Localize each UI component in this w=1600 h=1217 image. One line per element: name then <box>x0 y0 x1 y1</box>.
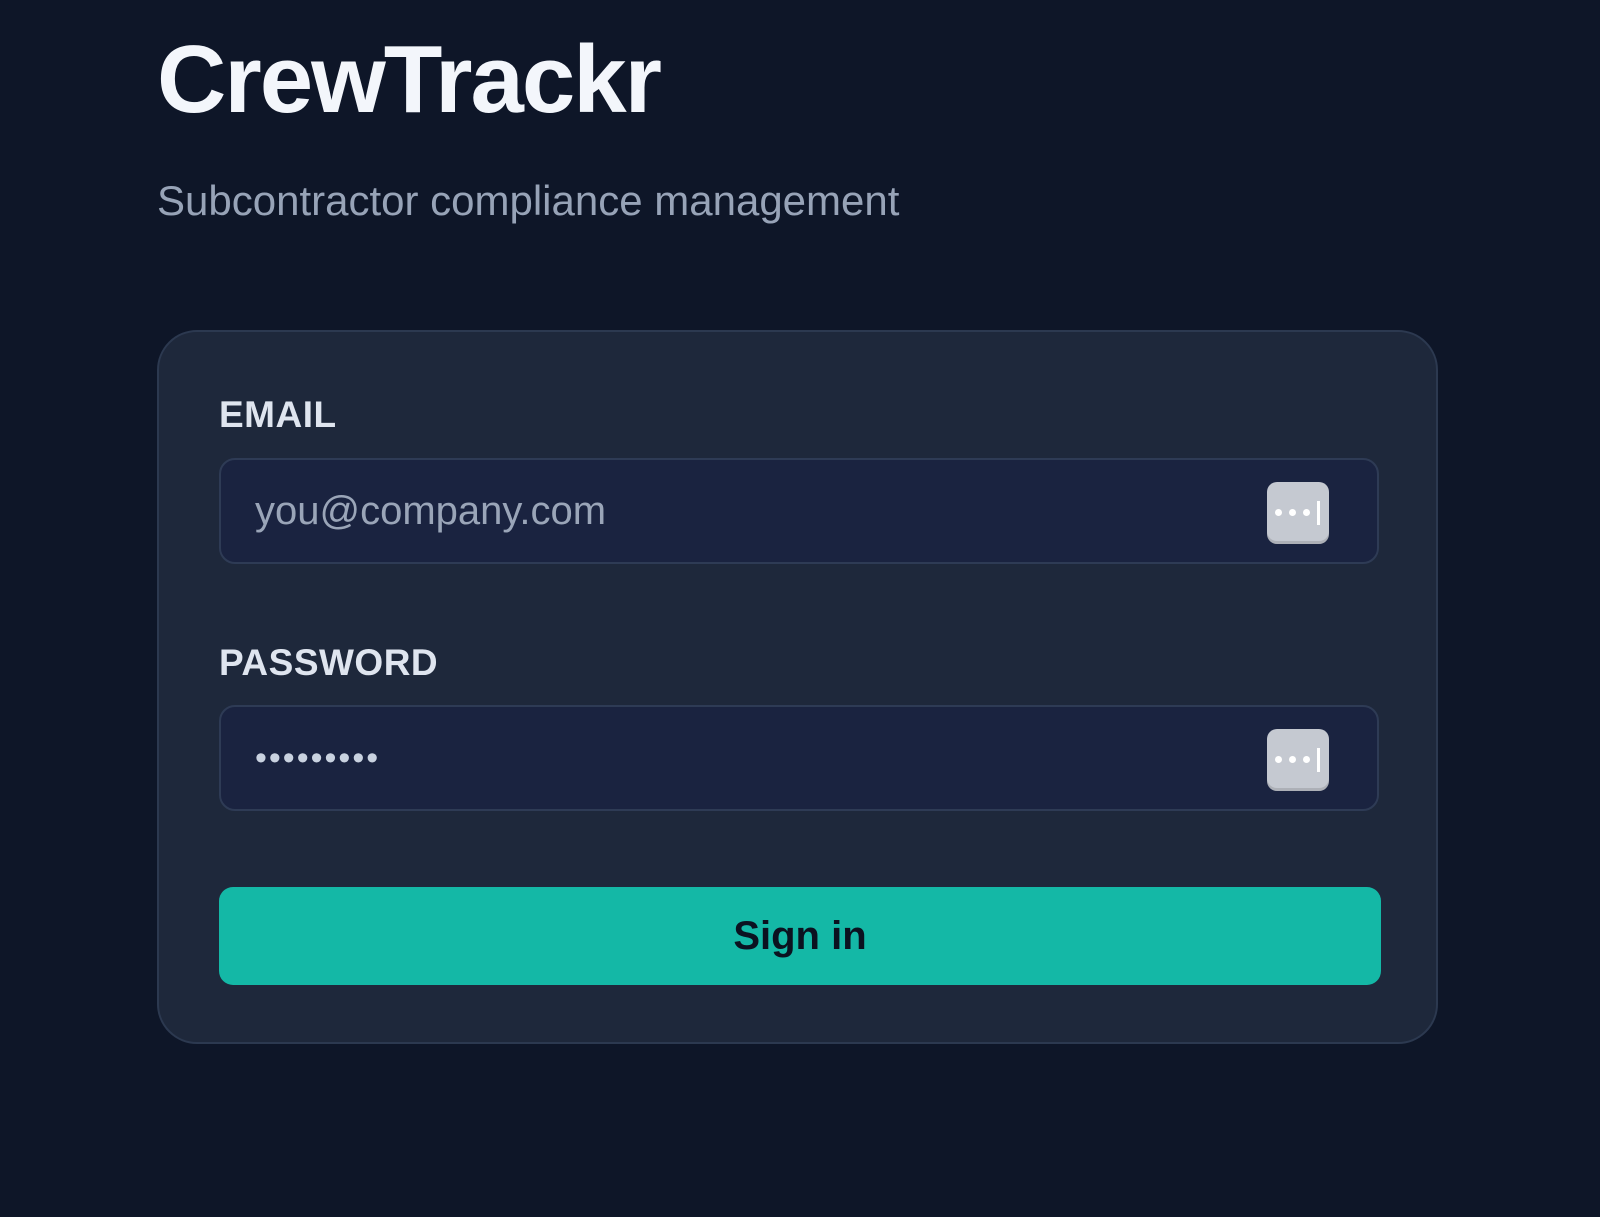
sign-in-button[interactable]: Sign in <box>219 887 1381 985</box>
email-field-container <box>219 458 1379 564</box>
password-manager-icon[interactable] <box>1267 729 1329 791</box>
password-field-container <box>219 705 1379 811</box>
password-manager-icon[interactable] <box>1267 482 1329 544</box>
password-input[interactable] <box>255 707 1255 809</box>
email-label: EMAIL <box>219 394 337 435</box>
login-card: EMAIL PASSWORD Sign in <box>157 330 1438 1044</box>
app-subtitle: Subcontractor compliance management <box>157 177 900 224</box>
app-title: CrewTrackr <box>157 26 662 133</box>
password-label: PASSWORD <box>219 642 439 683</box>
email-input[interactable] <box>255 460 1255 562</box>
